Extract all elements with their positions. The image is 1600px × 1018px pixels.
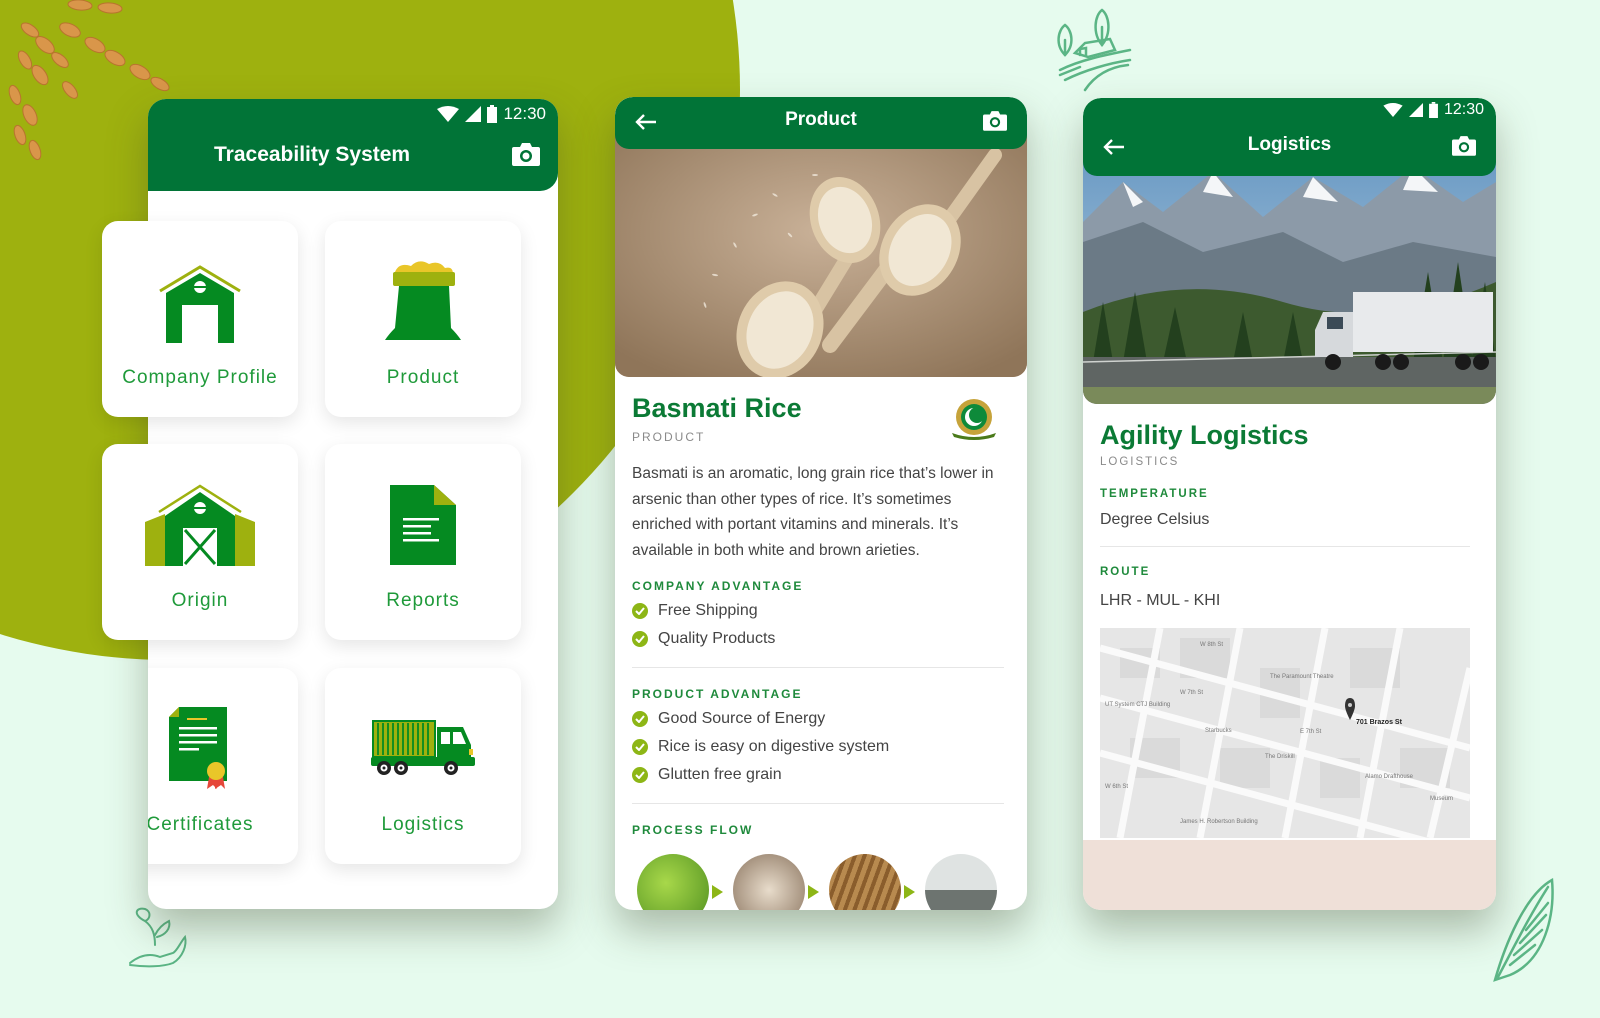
tile-label: Company Profile xyxy=(122,367,278,388)
tile-origin[interactable]: Origin xyxy=(102,444,298,640)
map-street-label: W 6th St xyxy=(1105,784,1128,790)
process-step-rice-field[interactable] xyxy=(637,854,709,910)
leaf-icon xyxy=(1493,877,1554,982)
wifi-icon xyxy=(1383,103,1403,117)
status-bar: 12:30 xyxy=(1383,101,1484,119)
map-place-label: James H. Robertson Building xyxy=(1180,819,1258,825)
tile-reports[interactable]: Reports xyxy=(325,444,521,640)
tile-label: Certificates xyxy=(148,814,254,835)
camera-icon[interactable] xyxy=(983,110,1007,131)
wifi-icon xyxy=(437,106,460,122)
check-circle-icon xyxy=(632,603,648,619)
map-place-label: Starbucks xyxy=(1205,728,1232,734)
map-place-label: Museum xyxy=(1430,796,1453,802)
process-step-rice-grains[interactable] xyxy=(733,854,805,910)
flow-arrow-icon xyxy=(712,885,723,899)
product-photo xyxy=(615,135,1027,377)
battery-icon xyxy=(1429,102,1438,118)
certificate-icon xyxy=(169,707,227,789)
rice-spoons-image xyxy=(615,135,1027,377)
signal-icon xyxy=(465,106,482,122)
app-title: Traceability System xyxy=(214,143,411,166)
barn-icon xyxy=(159,265,241,343)
tile-product[interactable]: Product xyxy=(325,221,521,417)
mountain-truck-image xyxy=(1083,162,1496,404)
product-advantage-list: Good Source of Energy Rice is easy on di… xyxy=(632,705,889,789)
status-bar: 12:30 xyxy=(437,104,546,124)
signal-icon xyxy=(1408,103,1423,117)
route-value: LHR - MUL - KHI xyxy=(1100,592,1221,609)
map-canvas: W 8th St W 7th St E 7th St W 6th St The … xyxy=(1100,628,1470,838)
certificates-clip: Certificates xyxy=(148,659,348,909)
farm-landscape-icon xyxy=(1057,8,1132,92)
company-advantage-heading: COMPANY ADVANTAGE xyxy=(632,579,804,593)
map-street-label: E 7th St xyxy=(1300,729,1322,735)
divider xyxy=(632,667,1004,668)
product-description: Basmati is an aromatic, long grain rice … xyxy=(632,465,994,559)
tile-label: Reports xyxy=(386,590,460,611)
product-advantage-heading: PRODUCT ADVANTAGE xyxy=(632,687,803,701)
truck-icon xyxy=(371,720,475,775)
logistics-screen: 12:30 Logistics Agility Logistics LOGIST… xyxy=(1083,98,1496,910)
product-app-bar: Product xyxy=(615,97,1027,149)
process-flow-heading: PROCESS FLOW xyxy=(632,823,754,837)
temperature-value: Degree Celsius xyxy=(1100,511,1210,528)
check-circle-icon xyxy=(632,631,648,647)
company-name: Agility Logistics xyxy=(1100,420,1309,450)
divider xyxy=(632,803,1004,804)
map-place-label: UT System CTJ Building xyxy=(1105,702,1170,708)
map-street-label: W 7th St xyxy=(1180,690,1203,696)
map-place-label: The Driskill xyxy=(1265,754,1295,760)
list-item: Glutten free grain xyxy=(632,761,889,789)
certification-seal-icon xyxy=(952,399,996,440)
route-label: ROUTE xyxy=(1100,566,1151,578)
status-time: 12:30 xyxy=(1443,101,1484,118)
list-item: Good Source of Energy xyxy=(632,705,889,733)
company-advantage-list: Free Shipping Quality Products xyxy=(632,597,775,653)
tile-label: Logistics xyxy=(381,814,465,835)
screen-title: Logistics xyxy=(1247,134,1332,155)
logistics-app-bar: 12:30 Logistics xyxy=(1083,98,1496,176)
process-step-factory[interactable] xyxy=(925,854,997,910)
tile-logistics[interactable]: Logistics xyxy=(325,668,521,864)
check-circle-icon xyxy=(632,739,648,755)
map-place-label: The Paramount Theatre xyxy=(1270,674,1334,680)
tile-label: Product xyxy=(386,367,460,388)
camera-icon[interactable] xyxy=(1452,135,1476,156)
product-screen: Product Basmati Rice PRODUCT Basmati is … xyxy=(615,97,1027,910)
route-map[interactable]: W 8th St W 7th St E 7th St W 6th St The … xyxy=(1100,628,1470,838)
flow-arrow-icon xyxy=(808,885,819,899)
home-screen: 12:30 Traceability System Company Profil… xyxy=(102,99,558,909)
home-app-bar: 12:30 Traceability System xyxy=(148,99,558,191)
map-street-label: W 8th St xyxy=(1200,642,1223,648)
map-pin-label: 701 Brazos St xyxy=(1356,719,1403,726)
divider xyxy=(1100,546,1470,547)
screen-title: Product xyxy=(785,109,857,130)
temperature-label: TEMPERATURE xyxy=(1100,488,1209,500)
product-category: PRODUCT xyxy=(632,430,706,444)
document-icon xyxy=(390,485,456,565)
map-place-label: Alamo Drafthouse xyxy=(1365,774,1414,780)
process-step-storage[interactable] xyxy=(829,854,901,910)
bottom-panel xyxy=(1083,840,1496,910)
flow-arrow-icon xyxy=(904,885,915,899)
company-category: LOGISTICS xyxy=(1100,456,1180,468)
battery-icon xyxy=(487,105,498,123)
tile-company-profile[interactable]: Company Profile xyxy=(102,221,298,417)
farm-barn-icon xyxy=(145,484,255,566)
tile-certificates[interactable]: Certificates xyxy=(148,668,298,864)
check-circle-icon xyxy=(632,711,648,727)
logistics-photo xyxy=(1083,162,1496,404)
tile-label: Origin xyxy=(171,590,229,611)
product-name: Basmati Rice xyxy=(632,393,802,423)
list-item: Free Shipping xyxy=(632,597,775,625)
status-time: 12:30 xyxy=(503,104,546,123)
check-circle-icon xyxy=(632,767,648,783)
list-item: Rice is easy on digestive system xyxy=(632,733,889,761)
grain-sack-icon xyxy=(385,261,461,340)
list-item: Quality Products xyxy=(632,625,775,653)
camera-icon[interactable] xyxy=(512,142,540,166)
plant-in-hand-icon xyxy=(129,907,187,968)
